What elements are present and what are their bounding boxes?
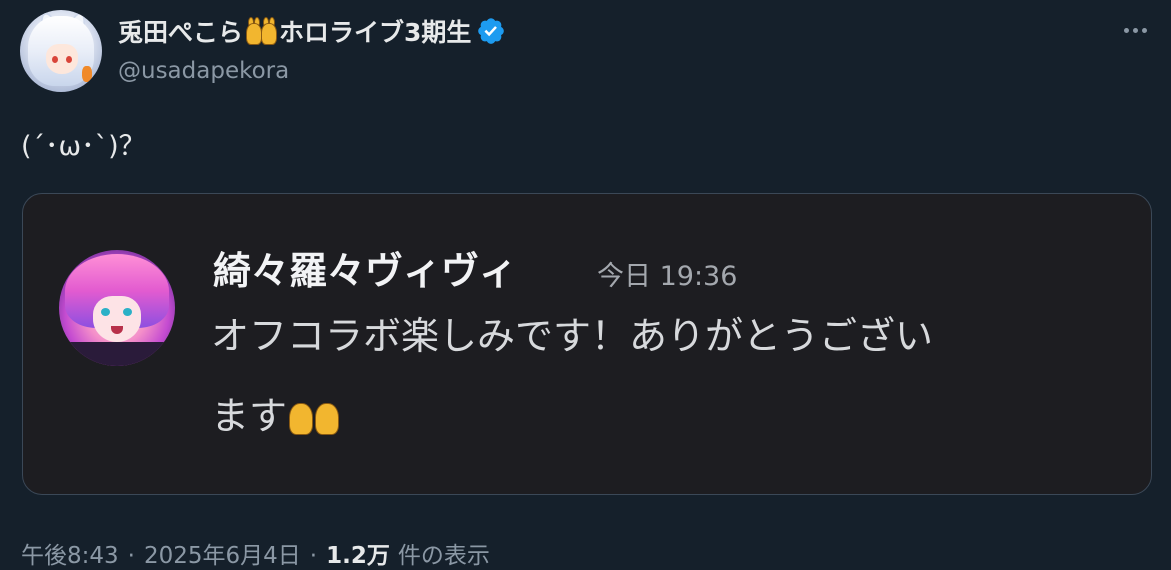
bunny-figure [315,403,340,435]
avatar-eye-right [66,56,72,63]
avatar-face [46,44,78,74]
author-display-name[interactable]: 兎田ぺこら ホロライブ3期生 [118,14,506,48]
bunny-figure [289,403,314,435]
chat-message-line1: オフコラボ楽しみです！ありがとうござい [211,314,934,358]
avatar-eye-left [52,56,58,63]
sender-avatar-eye-left [101,308,110,316]
bunny-figure [261,23,278,45]
author-handle[interactable]: @usadapekora [118,58,289,84]
verified-badge-icon [478,18,505,44]
sender-name: 綺々羅々ヴィヴィ [213,249,518,293]
views-count: 1.2万 [326,543,390,569]
tweet: 兎田ぺこら ホロライブ3期生 @usadapekora (´･ω･`)？ 綺々羅… [0,0,1171,569]
separator: · [309,543,318,569]
bunny-figure [246,23,263,45]
sender-avatar [59,250,175,366]
more-dot [1141,27,1147,33]
views-label: 件の表示 [397,543,490,569]
tweet-date[interactable]: 2025年6月4日 [144,536,301,570]
display-name-part2: ホロライブ3期生 [279,18,472,47]
sender-avatar-face [93,296,141,342]
message-timestamp: 今日 19:36 [597,261,738,292]
bunny-girls-emoji-icon [287,395,341,435]
attached-image[interactable]: 綺々羅々ヴィヴィ 今日 19:36 オフコラボ楽しみです！ありがとうござい ます [22,193,1152,495]
more-dot [1132,27,1138,33]
display-name-part1: 兎田ぺこら [118,18,244,47]
sender-avatar-shade [59,342,175,366]
more-options-icon[interactable] [1117,16,1153,44]
separator: · [127,543,135,569]
avatar-carrot [82,66,92,82]
bunny-girls-emoji-icon [244,17,278,45]
more-dot [1123,27,1129,33]
tweet-time[interactable]: 午後8:43 [21,536,119,570]
tweet-metadata: 午後8:43 · 2025年6月4日 · 1.2万 件の表示 [21,536,490,570]
chat-message-line2: ます [211,394,288,438]
author-avatar[interactable] [20,10,102,92]
chat-message: オフコラボ楽しみです！ありがとうござい ます [211,296,1111,456]
sender-avatar-eye-right [123,308,132,316]
tweet-text: (´･ω･`)？ [21,131,146,162]
